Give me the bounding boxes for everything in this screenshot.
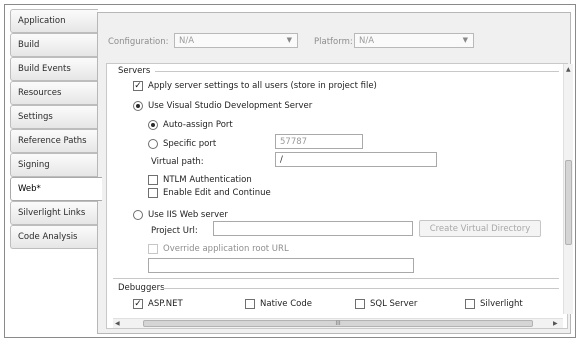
virtual-path-label: Virtual path: bbox=[151, 157, 204, 167]
property-tabs: Application Build Build Events Resources… bbox=[10, 9, 102, 329]
vertical-scroll-thumb[interactable] bbox=[565, 160, 572, 245]
scroll-up-icon[interactable]: ▲ bbox=[566, 66, 571, 73]
override-root-checkbox[interactable] bbox=[148, 244, 158, 254]
tab-application[interactable]: Application bbox=[10, 9, 98, 33]
tab-label: Build Events bbox=[18, 64, 71, 74]
specific-port-label: Specific port bbox=[163, 139, 217, 149]
ntlm-label: NTLM Authentication bbox=[163, 175, 252, 185]
tab-resources[interactable]: Resources bbox=[10, 81, 98, 105]
servers-group-label: Servers bbox=[118, 66, 151, 76]
tab-code-analysis[interactable]: Code Analysis bbox=[10, 225, 98, 249]
tab-label: Settings bbox=[18, 112, 53, 122]
project-properties-window: Application Build Build Events Resources… bbox=[0, 0, 580, 342]
horizontal-scroll-thumb[interactable]: III bbox=[143, 320, 533, 327]
configuration-dropdown[interactable]: N/A ▼ bbox=[174, 33, 298, 48]
override-root-field[interactable] bbox=[148, 258, 414, 273]
tab-web[interactable]: Web* bbox=[10, 177, 102, 201]
create-virtual-directory-button[interactable]: Create Virtual Directory bbox=[419, 220, 541, 237]
tab-label: Resources bbox=[18, 88, 62, 98]
debuggers-divider bbox=[163, 288, 559, 289]
servers-divider bbox=[155, 71, 559, 72]
tab-label: Code Analysis bbox=[18, 232, 78, 242]
native-code-debugger-label: Native Code bbox=[260, 299, 312, 309]
aspnet-debugger-label: ASP.NET bbox=[148, 299, 183, 309]
native-code-debugger-checkbox[interactable] bbox=[245, 299, 255, 309]
silverlight-debugger-label: Silverlight bbox=[480, 299, 523, 309]
tab-label: Silverlight Links bbox=[18, 208, 86, 218]
silverlight-debugger-checkbox[interactable] bbox=[465, 299, 475, 309]
project-url-field[interactable] bbox=[213, 221, 413, 236]
tab-reference-paths[interactable]: Reference Paths bbox=[10, 129, 98, 153]
tab-build-events[interactable]: Build Events bbox=[10, 57, 98, 81]
edit-continue-checkbox[interactable] bbox=[148, 188, 158, 198]
vs-dev-server-label: Use Visual Studio Development Server bbox=[148, 101, 313, 111]
scroll-right-icon[interactable]: ▶ bbox=[553, 320, 558, 327]
tab-settings[interactable]: Settings bbox=[10, 105, 98, 129]
ntlm-checkbox[interactable] bbox=[148, 175, 158, 185]
tab-label: Reference Paths bbox=[18, 136, 87, 146]
auto-assign-port-radio[interactable] bbox=[148, 120, 158, 130]
platform-label: Platform: bbox=[314, 37, 353, 47]
platform-dropdown[interactable]: N/A ▼ bbox=[354, 33, 474, 48]
chevron-down-icon: ▼ bbox=[286, 36, 292, 44]
iis-server-radio[interactable] bbox=[133, 210, 143, 220]
debuggers-group-label: Debuggers bbox=[118, 283, 165, 293]
config-bar: Configuration: N/A ▼ Platform: N/A ▼ bbox=[98, 13, 570, 61]
auto-assign-port-label: Auto-assign Port bbox=[163, 120, 233, 130]
tab-label: Signing bbox=[18, 160, 50, 170]
tab-label: Web* bbox=[18, 184, 41, 194]
project-url-label: Project Url: bbox=[151, 226, 198, 236]
settings-scroll-area: Servers ✓ Apply server settings to all u… bbox=[106, 63, 573, 329]
tab-build[interactable]: Build bbox=[10, 33, 98, 57]
aspnet-debugger-checkbox[interactable]: ✓ bbox=[133, 299, 143, 309]
specific-port-field[interactable]: 57787 bbox=[275, 134, 363, 149]
iis-server-label: Use IIS Web server bbox=[148, 210, 228, 220]
sql-server-debugger-label: SQL Server bbox=[370, 299, 418, 309]
tab-signing[interactable]: Signing bbox=[10, 153, 98, 177]
chevron-down-icon: ▼ bbox=[462, 36, 468, 44]
edit-continue-label: Enable Edit and Continue bbox=[163, 188, 271, 198]
servers-bottom-divider bbox=[113, 278, 559, 279]
vs-dev-server-radio[interactable] bbox=[133, 101, 143, 111]
configuration-label: Configuration: bbox=[108, 37, 169, 47]
platform-value: N/A bbox=[359, 36, 375, 46]
sql-server-debugger-checkbox[interactable] bbox=[355, 299, 365, 309]
apply-all-users-label: Apply server settings to all users (stor… bbox=[148, 81, 377, 91]
vertical-scrollbar[interactable]: ▲ bbox=[563, 64, 573, 314]
horizontal-scrollbar[interactable]: ◀ III ▶ bbox=[113, 318, 563, 328]
tab-label: Build bbox=[18, 40, 40, 50]
specific-port-radio[interactable] bbox=[148, 139, 158, 149]
tab-label: Application bbox=[18, 16, 66, 26]
configuration-value: N/A bbox=[179, 36, 195, 46]
web-settings-panel: Configuration: N/A ▼ Platform: N/A ▼ Ser… bbox=[97, 12, 573, 334]
scroll-left-icon[interactable]: ◀ bbox=[115, 320, 120, 327]
apply-all-users-checkbox[interactable]: ✓ bbox=[133, 81, 143, 91]
override-root-label: Override application root URL bbox=[163, 244, 289, 254]
tab-silverlight-links[interactable]: Silverlight Links bbox=[10, 201, 98, 225]
virtual-path-field[interactable]: / bbox=[275, 152, 437, 167]
